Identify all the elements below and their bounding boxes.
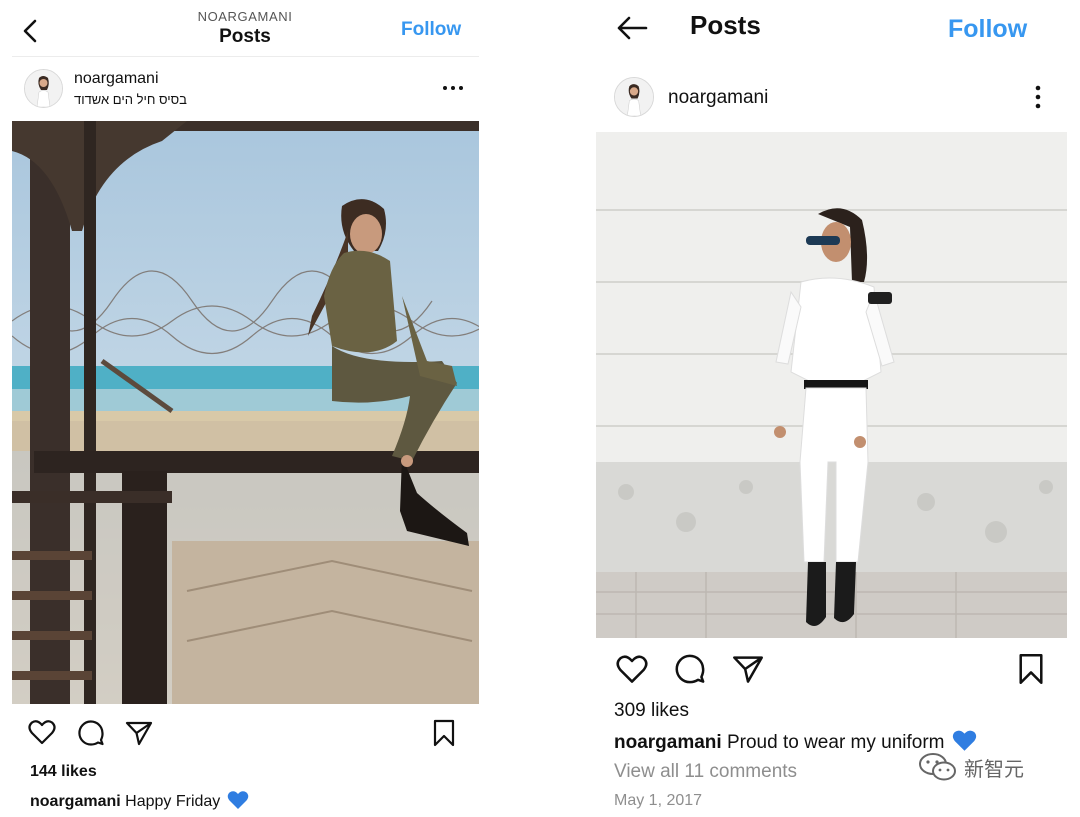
blue-heart-icon: [227, 790, 249, 810]
post-date: May 1, 2017: [614, 792, 703, 809]
caption-text: Happy Friday: [125, 793, 221, 810]
avatar[interactable]: [24, 69, 63, 108]
post-caption: noargamani Proud to wear my uniform: [614, 729, 977, 754]
chevron-left-icon[interactable]: [20, 18, 40, 44]
likes-count[interactable]: 309 likes: [614, 700, 689, 722]
likes-count[interactable]: 144 likes: [30, 763, 97, 781]
post-caption: noargamani Happy Friday: [30, 790, 249, 811]
avatar[interactable]: [614, 77, 654, 117]
post-location[interactable]: בסיס חיל הים אשדוד: [74, 92, 187, 107]
photo-navy-uniform-wall[interactable]: [596, 132, 1067, 638]
post-username[interactable]: noargamani: [668, 87, 768, 109]
right-post-screen: Posts Follow noargamani 309 likes noarga…: [538, 0, 1080, 817]
page-title: Posts: [690, 10, 761, 40]
caption-username[interactable]: noargamani: [30, 793, 121, 810]
bookmark-icon[interactable]: [433, 719, 455, 747]
post-username[interactable]: noargamani: [74, 70, 159, 88]
blue-heart-icon: [952, 729, 977, 752]
page-title: Posts: [219, 26, 271, 47]
watermark-text: 新智元: [964, 758, 1024, 781]
follow-button[interactable]: Follow: [948, 15, 1027, 44]
send-icon[interactable]: [732, 653, 764, 685]
left-post-screen: NOARGAMANI Posts Follow noargamani בסיס …: [0, 0, 492, 817]
caption-text: Proud to wear my uniform: [726, 732, 945, 753]
watermark: 新智元: [918, 752, 1024, 782]
wechat-icon: [918, 752, 958, 782]
heart-icon[interactable]: [28, 719, 56, 745]
send-icon[interactable]: [125, 719, 153, 747]
header-divider: [12, 56, 479, 57]
account-title: NOARGAMANI: [197, 9, 293, 24]
photo-soldier-on-bench[interactable]: [12, 121, 479, 704]
view-comments-link[interactable]: View all 11 comments: [614, 761, 797, 783]
caption-username[interactable]: noargamani: [614, 732, 722, 753]
bookmark-icon[interactable]: [1018, 653, 1044, 685]
comment-icon[interactable]: [674, 653, 706, 685]
follow-button[interactable]: Follow: [401, 19, 461, 41]
arrow-left-icon[interactable]: [616, 16, 648, 40]
heart-icon[interactable]: [616, 654, 648, 684]
comment-icon[interactable]: [77, 719, 105, 747]
more-horizontal-icon[interactable]: [441, 80, 465, 96]
more-vertical-icon[interactable]: [1030, 84, 1046, 110]
